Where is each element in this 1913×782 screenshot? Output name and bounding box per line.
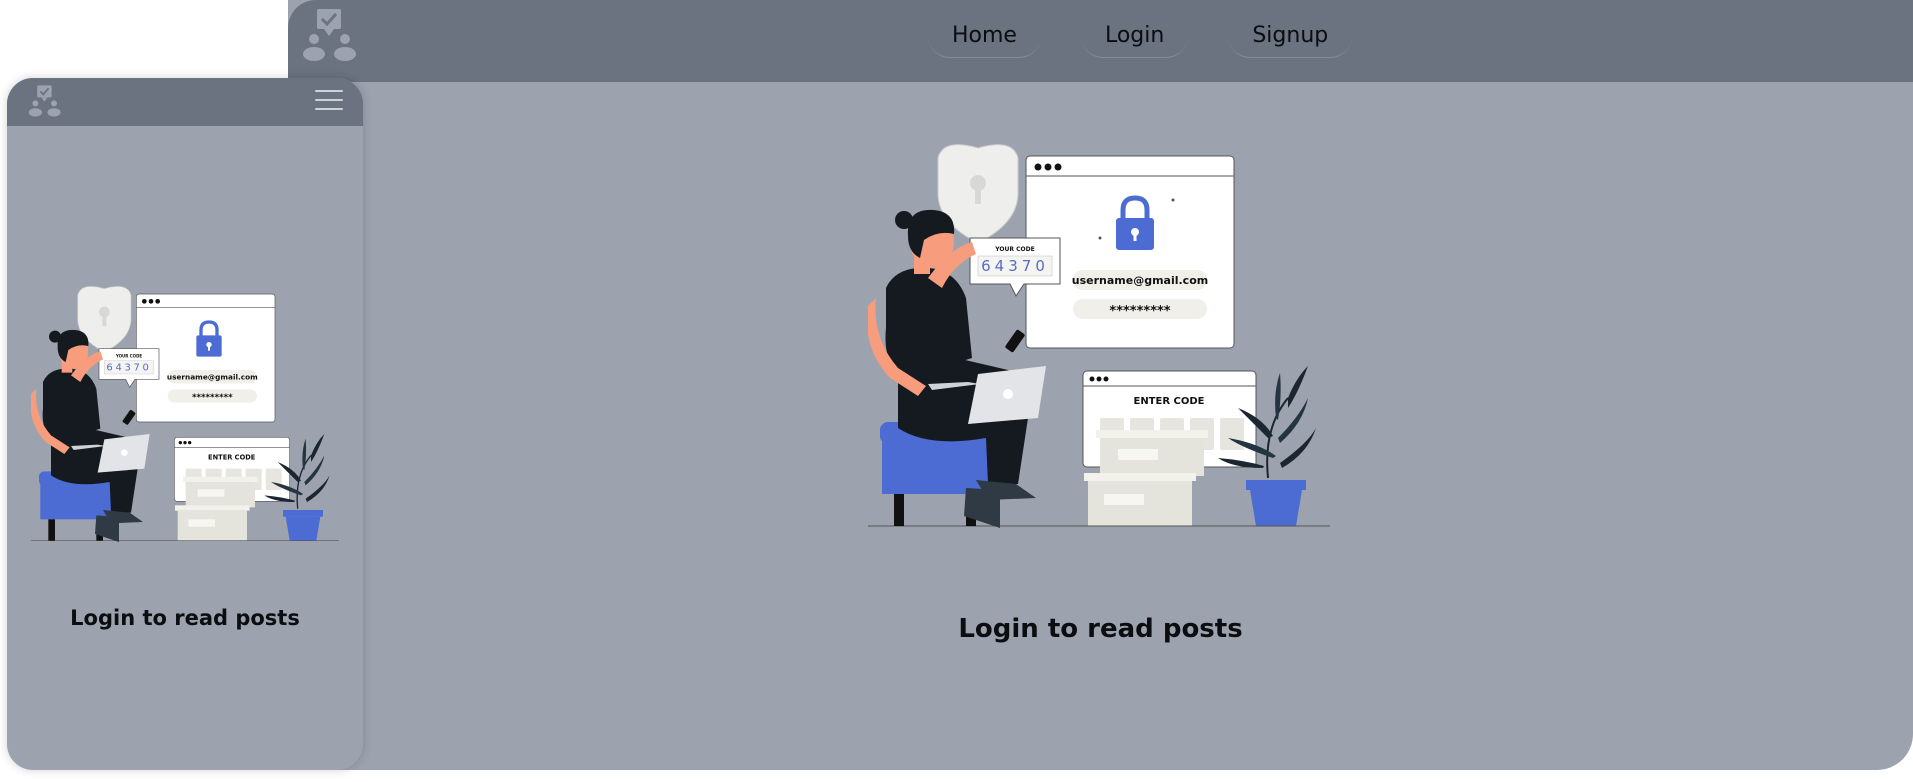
illustration-code: 64370 [106,363,151,374]
login-illustration: username@gmail.com ********* YOUR CODE 6… [31,286,339,542]
illustration-your-code-label: YOUR CODE [994,246,1034,253]
nav-signup-button[interactable]: Signup [1228,13,1353,58]
illustration-code: 64370 [981,257,1049,275]
illustration-email: username@gmail.com [167,372,258,381]
boxes-illustration [175,476,258,541]
illustration-your-code-label: YOUR CODE [115,353,143,358]
boxes-illustration [1084,430,1208,526]
illustration-enter-code-label: ENTER CODE [1133,396,1204,407]
illustration-password: ********* [1109,304,1170,319]
desktop-caption: Login to read posts [958,614,1243,644]
app-logo-icon[interactable] [300,6,360,64]
mobile-navbar [7,78,363,126]
desktop-navbar: Home Login Signup [288,0,1913,82]
desktop-preview: Home Login Signup username@gmail.com ***… [288,0,1913,770]
mobile-caption: Login to read posts [70,606,300,630]
desktop-nav: Home Login Signup [928,13,1353,59]
illustration-password: ********* [192,393,233,403]
hamburger-menu-icon[interactable] [315,90,343,112]
mobile-preview: username@gmail.com ********* YOUR CODE 6… [7,78,363,770]
app-logo-icon[interactable] [27,82,63,120]
illustration-enter-code-label: ENTER CODE [208,453,256,461]
illustration-email: username@gmail.com [1072,274,1208,287]
nav-home-button[interactable]: Home [928,13,1041,58]
nav-login-button[interactable]: Login [1080,13,1189,58]
login-illustration: username@gmail.com ********* YOUR CODE 6… [868,144,1330,528]
